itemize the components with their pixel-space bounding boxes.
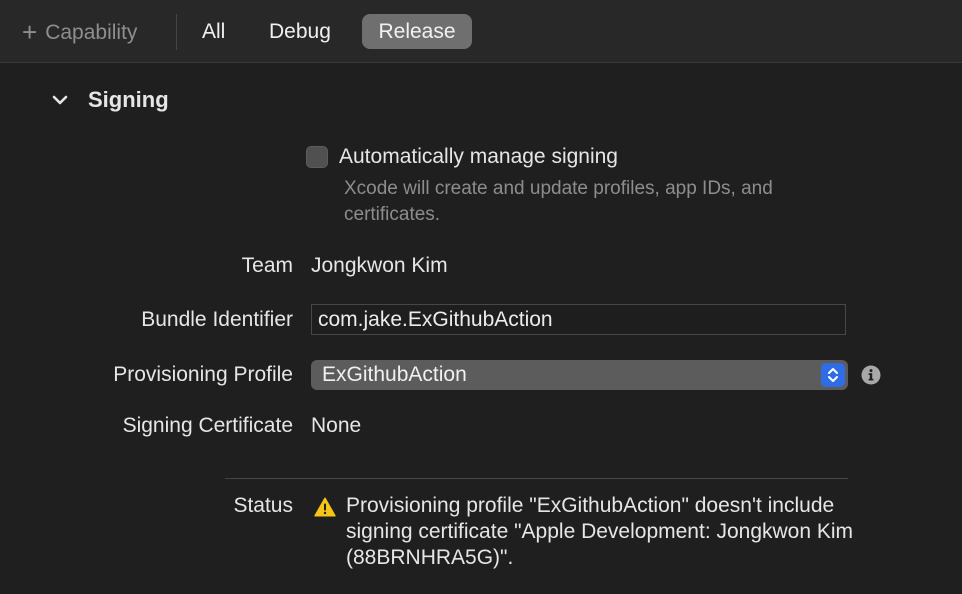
section-title[interactable]: Signing xyxy=(88,87,169,113)
status-label: Status xyxy=(233,494,293,517)
auto-manage-signing-checkbox[interactable] xyxy=(306,146,328,168)
provisioning-profile-value: ExGithubAction xyxy=(322,363,467,386)
auto-manage-signing-label[interactable]: Automatically manage signing xyxy=(339,145,618,169)
info-icon[interactable] xyxy=(861,365,881,385)
signing-certificate-label: Signing Certificate xyxy=(122,414,293,437)
bundle-identifier-field[interactable]: com.jake.ExGithubAction xyxy=(311,304,846,335)
provisioning-profile-popup[interactable]: ExGithubAction xyxy=(311,360,848,390)
capabilities-toolbar: + Capability All Debug Release xyxy=(0,0,962,63)
plus-icon: + xyxy=(22,16,38,47)
up-down-stepper-icon xyxy=(821,363,845,387)
chevron-down-icon[interactable] xyxy=(50,90,70,110)
provisioning-profile-label: Provisioning Profile xyxy=(113,363,293,386)
signing-certificate-value: None xyxy=(311,414,362,437)
add-capability-label: Capability xyxy=(45,21,138,44)
add-capability-button[interactable]: + Capability xyxy=(22,19,137,47)
warning-icon xyxy=(314,497,336,517)
config-tab-all[interactable]: All xyxy=(188,14,239,49)
status-message: Provisioning profile "ExGithubAction" do… xyxy=(346,494,854,569)
config-tab-debug[interactable]: Debug xyxy=(255,14,345,49)
config-tab-release[interactable]: Release xyxy=(362,14,472,49)
status-divider xyxy=(225,478,848,479)
team-label: Team xyxy=(241,254,293,277)
bundle-identifier-label: Bundle Identifier xyxy=(141,308,293,331)
team-value: Jongkwon Kim xyxy=(311,254,448,277)
toolbar-separator xyxy=(176,14,177,50)
auto-manage-signing-description: Xcode will create and update profiles, a… xyxy=(344,178,773,225)
